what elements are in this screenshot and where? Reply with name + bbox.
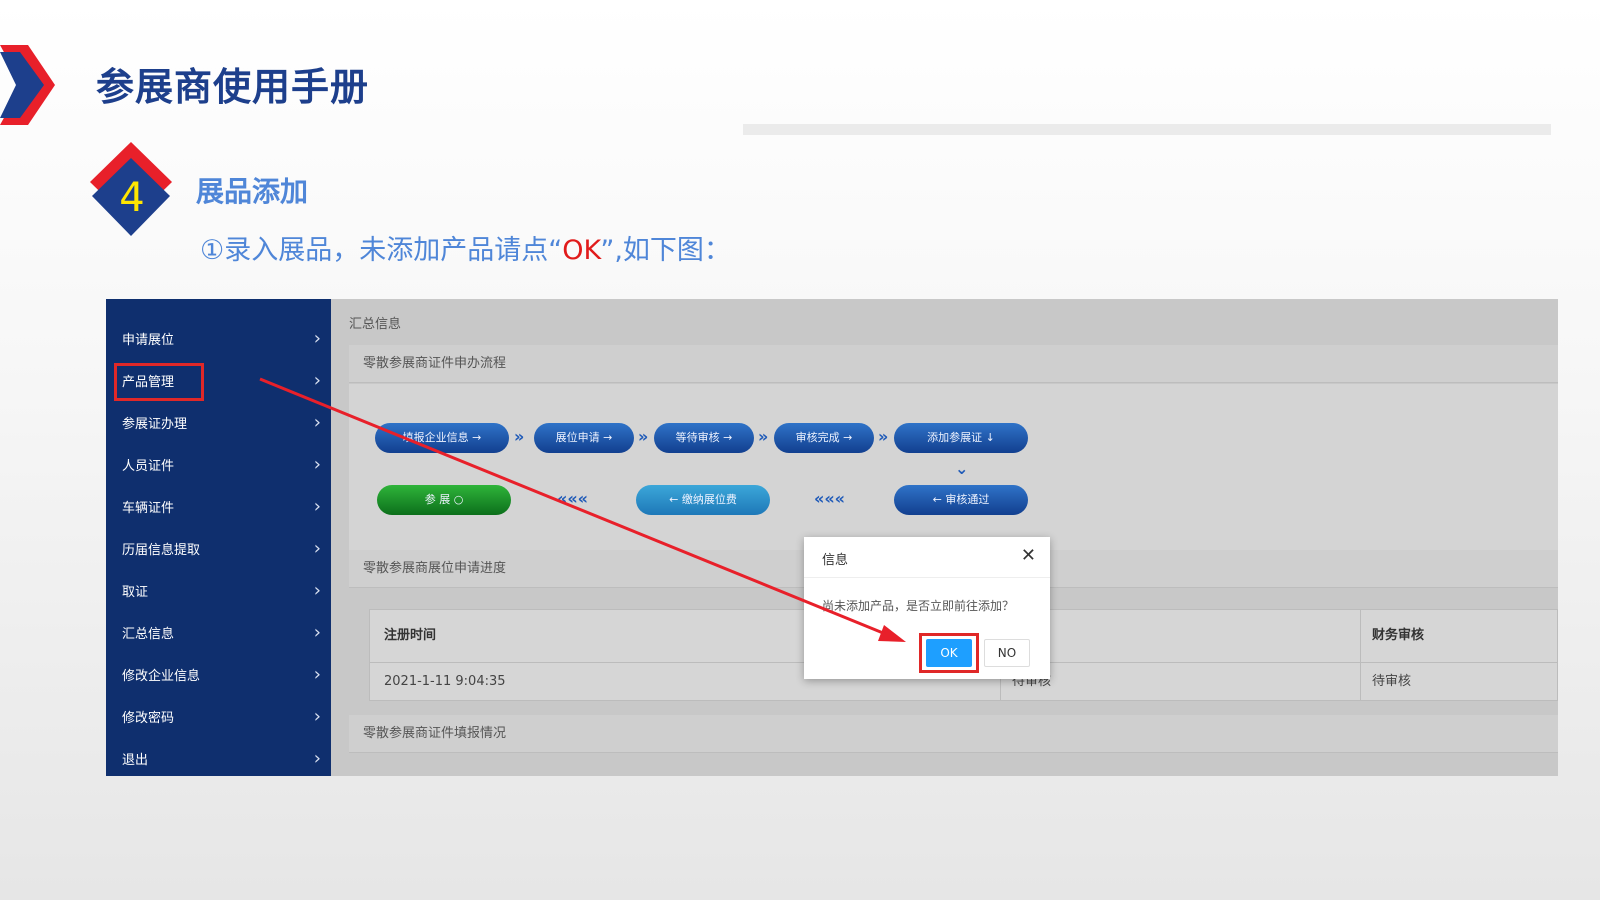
flow-step-company-info[interactable]: 填报企业信息 →: [375, 423, 509, 453]
sidebar-item-label: 退出: [122, 752, 149, 768]
double-chevron-left-icon: «««: [557, 489, 589, 508]
chevron-right-icon: ›: [313, 537, 321, 559]
double-chevron-right-icon: »: [638, 427, 649, 446]
chevron-right-icon: ›: [313, 327, 321, 349]
sidebar-item-label: 取证: [122, 584, 149, 600]
instruction-text: ①录入展品，未添加产品请点“OK”,如下图：: [200, 228, 731, 267]
table-cell-finance: 待审核: [1372, 674, 1412, 689]
flow-step-pay-fee[interactable]: ← 缴纳展位费: [636, 485, 770, 515]
sidebar-item-label: 历届信息提取: [122, 542, 201, 558]
section-title: 展品添加: [196, 175, 309, 208]
flow-step-exhibit[interactable]: 参 展 ○: [377, 485, 511, 515]
flow-panel: [349, 384, 1558, 554]
chevron-right-icon: ›: [313, 621, 321, 643]
panel-header-flow: 零散参展商证件申办流程: [349, 345, 1558, 383]
sidebar-item-change-password[interactable]: 修改密码 ›: [106, 695, 331, 737]
chevron-right-icon: ›: [313, 495, 321, 517]
table-cell-time: 2021-1-11 9:04:35: [384, 674, 506, 689]
instruction-suffix: ”,如下图：: [600, 235, 731, 266]
table-header-finance: 财务审核: [1372, 628, 1425, 643]
no-button[interactable]: NO: [984, 639, 1030, 667]
chevron-right-icon: ›: [313, 411, 321, 433]
dialog-title: 信息: [822, 553, 849, 568]
dialog-divider: [804, 577, 1050, 578]
instruction-prefix: ①录入展品，未添加产品请点“: [200, 235, 563, 266]
table-column-divider: [1360, 610, 1361, 700]
double-chevron-right-icon: »: [758, 427, 769, 446]
info-dialog: 信息 ✕ 尚未添加产品，是否立即前往添加？ OK NO: [804, 537, 1050, 679]
double-chevron-left-icon: «««: [814, 489, 846, 508]
sidebar-item-vehicle-pass[interactable]: 车辆证件 ›: [106, 485, 331, 527]
chevron-right-icon: ›: [313, 369, 321, 391]
breadcrumb: 汇总信息: [349, 317, 402, 332]
chevron-right-icon: ›: [313, 705, 321, 727]
sidebar-item-logout[interactable]: 退出 ›: [106, 737, 331, 776]
highlight-box: [114, 363, 204, 401]
sidebar-item-label: 车辆证件: [122, 500, 175, 516]
double-chevron-right-icon: »: [514, 427, 525, 446]
sidebar-item-label: 汇总信息: [122, 626, 175, 642]
step-number: 4: [119, 175, 145, 221]
sidebar-item-edit-company[interactable]: 修改企业信息 ›: [106, 653, 331, 695]
flow-step-review-done[interactable]: 审核完成 →: [774, 423, 874, 453]
sidebar-item-label: 参展证办理: [122, 416, 188, 432]
highlight-box: [919, 633, 979, 673]
embedded-screenshot: 申请展位 › 产品管理 › 参展证办理 › 人员证件 › 车辆证件 › 历届信息…: [106, 299, 1558, 776]
double-chevron-right-icon: »: [878, 427, 889, 446]
page-title: 参展商使用手册: [96, 65, 370, 109]
sidebar-item-exhibitor-pass[interactable]: 参展证办理 ›: [106, 401, 331, 443]
sidebar-item-label: 申请展位: [122, 332, 175, 348]
chevron-decoration-icon: [0, 45, 55, 125]
panel-header-pass-status: 零散参展商证件填报情况: [349, 715, 1558, 753]
sidebar-item-personnel-pass[interactable]: 人员证件 ›: [106, 443, 331, 485]
sidebar-item-label: 修改企业信息: [122, 668, 201, 684]
instruction-ok: OK: [562, 235, 601, 266]
sidebar-item-summary[interactable]: 汇总信息 ›: [106, 611, 331, 653]
sidebar-item-apply-booth[interactable]: 申请展位 ›: [106, 317, 331, 359]
chevron-right-icon: ›: [313, 663, 321, 685]
sidebar: 申请展位 › 产品管理 › 参展证办理 › 人员证件 › 车辆证件 › 历届信息…: [106, 299, 331, 776]
header-divider: [743, 124, 1551, 135]
sidebar-item-collect-pass[interactable]: 取证 ›: [106, 569, 331, 611]
flow-step-add-pass[interactable]: 添加参展证 ↓: [894, 423, 1028, 453]
chevron-right-icon: ›: [313, 747, 321, 769]
sidebar-item-label: 修改密码: [122, 710, 175, 726]
chevron-right-icon: ›: [313, 579, 321, 601]
sidebar-item-history[interactable]: 历届信息提取 ›: [106, 527, 331, 569]
table-header-time: 注册时间: [384, 628, 437, 643]
flow-step-booth-apply[interactable]: 展位申请 →: [534, 423, 634, 453]
dialog-message: 尚未添加产品，是否立即前往添加？: [822, 599, 1015, 613]
sidebar-item-label: 人员证件: [122, 458, 175, 474]
double-chevron-down-icon: ⌄: [955, 459, 969, 478]
chevron-right-icon: ›: [313, 453, 321, 475]
flow-step-waiting-review[interactable]: 等待审核 →: [654, 423, 754, 453]
flow-step-review-passed[interactable]: ← 审核通过: [894, 485, 1028, 515]
close-icon[interactable]: ✕: [1021, 545, 1036, 566]
